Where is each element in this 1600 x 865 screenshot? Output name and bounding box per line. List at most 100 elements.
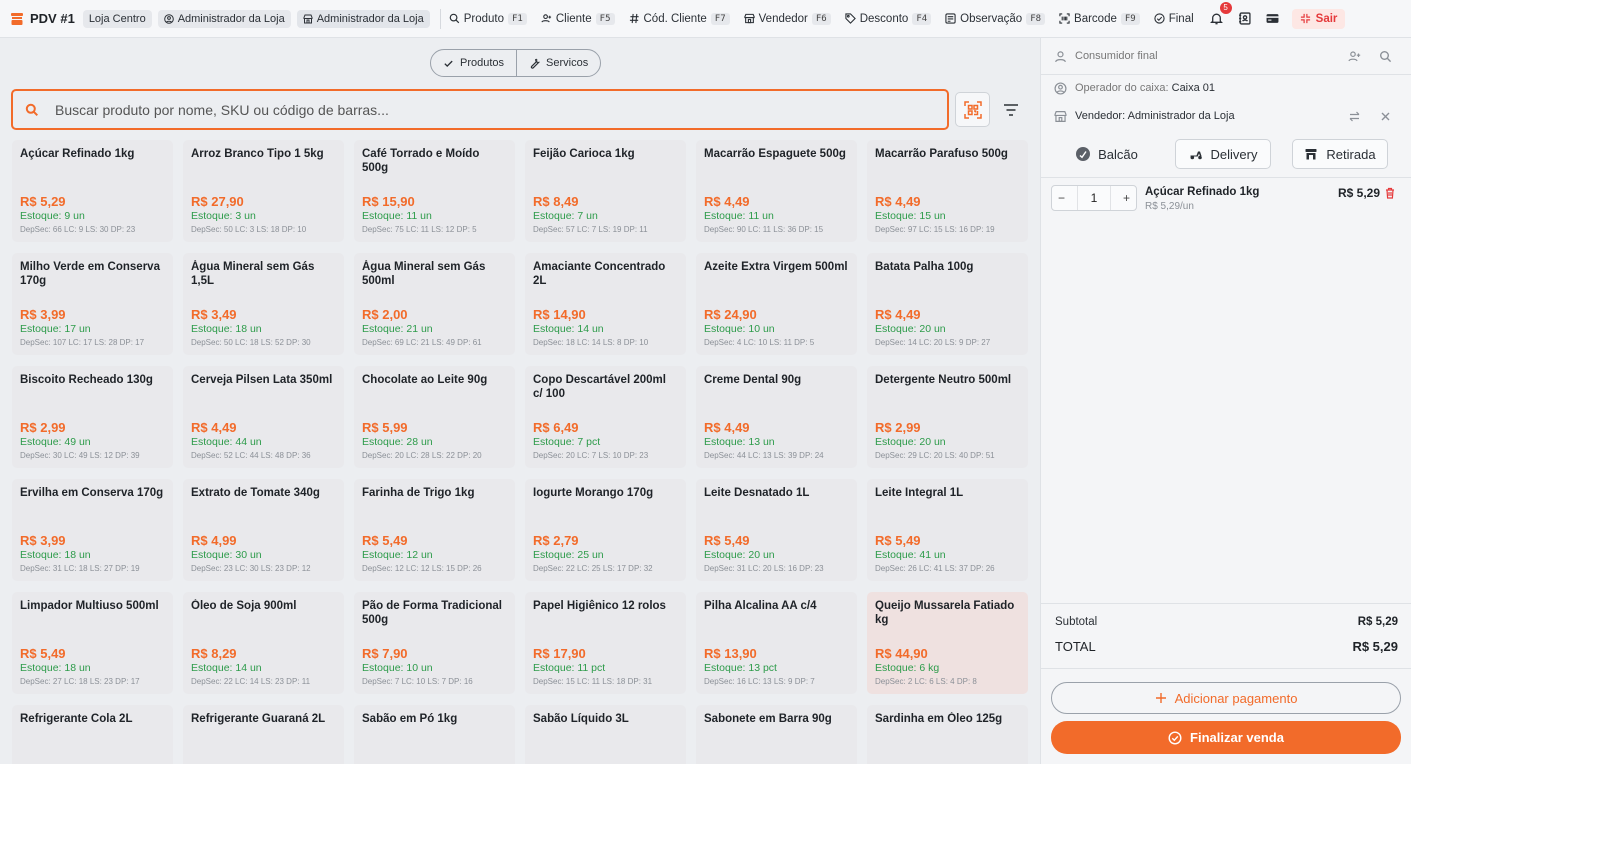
product-card[interactable]: Sabão em Pó 1kg	[354, 705, 515, 764]
product-card[interactable]: Macarrão Espaguete 500g R$ 4,49 Estoque: 1…	[696, 140, 857, 242]
product-name: Queijo Mussarela Fatiado kg	[875, 600, 1015, 626]
product-price: R$ 4,49	[875, 307, 921, 322]
product-card[interactable]: Óleo de Soja 900ml R$ 8,29 Estoque: 14 un D…	[183, 592, 344, 694]
quantity-stepper: − 1 +	[1051, 185, 1137, 211]
product-price: R$ 14,90	[533, 307, 586, 322]
product-card[interactable]: Refrigerante Cola 2L	[12, 705, 173, 764]
product-price: R$ 4,49	[191, 420, 237, 435]
exit-button[interactable]: Sair	[1291, 8, 1346, 29]
product-stock: Estoque: 17 un	[20, 323, 91, 335]
swap-icon[interactable]	[1348, 110, 1361, 123]
cash-drawer-button[interactable]	[1264, 10, 1282, 28]
product-warehouse-stock: DepSec: 75 LC: 11 LS: 12 DP: 5	[362, 225, 477, 234]
seller-button[interactable]: Vendedor F6	[744, 12, 831, 25]
exit-arrows-icon	[1300, 13, 1310, 24]
trash-icon[interactable]	[1384, 187, 1396, 199]
product-stock: Estoque: 11 un	[362, 210, 432, 222]
add-payment-button[interactable]: Adicionar pagamento	[1051, 682, 1401, 714]
product-card[interactable]: Pão de Forma Tradicional 500g R$ 7,90 Esto…	[354, 592, 515, 694]
product-card[interactable]: Açúcar Refinado 1kg R$ 5,29 Estoque: 9 un D…	[12, 140, 173, 242]
product-card[interactable]: Milho Verde em Conserva 170g R$ 3,99 Estoq…	[12, 253, 173, 355]
product-warehouse-stock: DepSec: 12 LC: 12 LS: 15 DP: 26	[362, 564, 482, 573]
product-card[interactable]: Refrigerante Guaraná 2L	[183, 705, 344, 764]
product-stock: Estoque: 41 un	[875, 549, 946, 561]
operator-label: Operador do caixa:	[1075, 82, 1169, 94]
product-card[interactable]: Azeite Extra Virgem 500ml R$ 24,90 Estoque…	[696, 253, 857, 355]
product-card[interactable]: Leite Desnatado 1L R$ 5,49 Estoque: 20 un D…	[696, 479, 857, 581]
finalize-button[interactable]: Final	[1154, 13, 1194, 25]
product-warehouse-stock: DepSec: 50 LC: 18 LS: 52 DP: 30	[191, 338, 311, 347]
total-value: R$ 5,29	[1352, 639, 1398, 654]
note-button[interactable]: Observação F8	[945, 12, 1046, 25]
counter-mode-button[interactable]: Balcão	[1059, 139, 1155, 169]
product-card[interactable]: Extrato de Tomate 340g R$ 4,99 Estoque: 30…	[183, 479, 344, 581]
product-stock: Estoque: 28 un	[362, 436, 433, 448]
customer-row[interactable]: Consumidor final	[1041, 46, 1411, 66]
quantity-value[interactable]: 1	[1077, 186, 1111, 210]
search-icon[interactable]	[1379, 50, 1392, 63]
product-card[interactable]: Chocolate ao Leite 90g R$ 5,99 Estoque: 28…	[354, 366, 515, 468]
product-card[interactable]: Biscoito Recheado 130g R$ 2,99 Estoque: 49…	[12, 366, 173, 468]
notification-badge: 5	[1219, 1, 1232, 14]
seller-role-chip[interactable]: Administrador da Loja	[296, 9, 430, 28]
customer-button[interactable]: Cliente F5	[541, 12, 615, 25]
contacts-button[interactable]	[1236, 10, 1254, 28]
filter-button[interactable]	[1002, 101, 1020, 119]
product-name: Azeite Extra Virgem 500ml	[704, 261, 848, 273]
increase-quantity-button[interactable]: +	[1123, 191, 1130, 205]
product-warehouse-stock: DepSec: 97 LC: 15 LS: 16 DP: 19	[875, 225, 995, 234]
customer-code-button[interactable]: Cód. Cliente F7	[629, 12, 730, 25]
services-tab[interactable]: Servicos	[516, 50, 600, 76]
delivery-mode-button[interactable]: Delivery	[1175, 139, 1271, 169]
product-card[interactable]: Cerveja Pilsen Lata 350ml R$ 4,49 Estoque:…	[183, 366, 344, 468]
product-card[interactable]: Iogurte Morango 170g R$ 2,79 Estoque: 25 u…	[525, 479, 686, 581]
product-card[interactable]: Sardinha em Óleo 125g	[867, 705, 1028, 764]
total-row: TOTAL R$ 5,29	[1055, 639, 1398, 654]
finish-sale-button[interactable]: Finalizar venda	[1051, 721, 1401, 754]
product-stock: Estoque: 44 un	[191, 436, 262, 448]
customer-name: Consumidor final	[1075, 50, 1158, 62]
product-card[interactable]: Arroz Branco Tipo 1 5kg R$ 27,90 Estoque: …	[183, 140, 344, 242]
product-grid: Açúcar Refinado 1kg R$ 5,29 Estoque: 9 un D…	[12, 140, 1028, 764]
product-card[interactable]: Copo Descartável 200ml c/ 100 R$ 6,49 Esto…	[525, 366, 686, 468]
product-card[interactable]: Pilha Alcalina AA c/4 R$ 13,90 Estoque: 13…	[696, 592, 857, 694]
product-card[interactable]: Papel Higiênico 12 rolos R$ 17,90 Estoque:…	[525, 592, 686, 694]
discount-button[interactable]: Desconto F4	[845, 12, 932, 25]
product-price: R$ 4,49	[875, 194, 921, 209]
product-card[interactable]: Limpador Multiuso 500ml R$ 5,49 Estoque: 1…	[12, 592, 173, 694]
product-card[interactable]: Macarrão Parafuso 500g R$ 4,49 Estoque: 15…	[867, 140, 1028, 242]
product-warehouse-stock: DepSec: 26 LC: 41 LS: 37 DP: 26	[875, 564, 995, 573]
divider	[1041, 74, 1411, 75]
add-payment-label: Adicionar pagamento	[1174, 690, 1298, 706]
close-icon[interactable]	[1379, 110, 1392, 123]
product-card[interactable]: Água Mineral sem Gás 500ml R$ 2,00 Estoque…	[354, 253, 515, 355]
product-card[interactable]: Sabão Líquido 3L	[525, 705, 686, 764]
product-card[interactable]: Leite Integral 1L R$ 5,49 Estoque: 41 un De…	[867, 479, 1028, 581]
product-card[interactable]: Farinha de Trigo 1kg R$ 5,49 Estoque: 12 u…	[354, 479, 515, 581]
product-card[interactable]: Batata Palha 100g R$ 4,49 Estoque: 20 un De…	[867, 253, 1028, 355]
add-user-icon[interactable]	[1348, 50, 1361, 63]
decrease-quantity-button[interactable]: −	[1058, 191, 1065, 205]
barcode-button[interactable]: Barcode F9	[1059, 12, 1140, 25]
divider	[1041, 177, 1411, 178]
products-tab[interactable]: Produtos	[431, 50, 516, 76]
product-card[interactable]: Feijão Carioca 1kg R$ 8,49 Estoque: 7 un De…	[525, 140, 686, 242]
product-card[interactable]: Detergente Neutro 500ml R$ 2,99 Estoque: 2…	[867, 366, 1028, 468]
product-card[interactable]: Água Mineral sem Gás 1,5L R$ 3,49 Estoque:…	[183, 253, 344, 355]
store-chip: Loja Centro	[82, 9, 152, 28]
product-card[interactable]: Amaciante Concentrado 2L R$ 14,90 Estoque:…	[525, 253, 686, 355]
contact-book-icon	[1239, 12, 1251, 25]
nav-label: Barcode	[1074, 12, 1117, 25]
product-card[interactable]: Ervilha em Conserva 170g R$ 3,99 Estoque: …	[12, 479, 173, 581]
product-card[interactable]: Queijo Mussarela Fatiado kg R$ 44,90 Estoq…	[867, 592, 1028, 694]
barcode-scanner-button[interactable]	[955, 92, 990, 127]
product-name: Óleo de Soja 900ml	[191, 600, 297, 612]
notifications-button[interactable]: 5	[1208, 1, 1232, 28]
product-card[interactable]: Creme Dental 90g R$ 4,49 Estoque: 13 un Dep…	[696, 366, 857, 468]
pickup-mode-button[interactable]: Retirada	[1292, 139, 1388, 169]
product-search-button[interactable]: Produto F1	[449, 12, 527, 25]
product-card[interactable]: Café Torrado e Moído 500g R$ 15,90 Estoque…	[354, 140, 515, 242]
product-search-input[interactable]	[55, 101, 947, 118]
product-card[interactable]: Sabonete em Barra 90g	[696, 705, 857, 764]
product-name: Macarrão Espaguete 500g	[704, 148, 846, 160]
